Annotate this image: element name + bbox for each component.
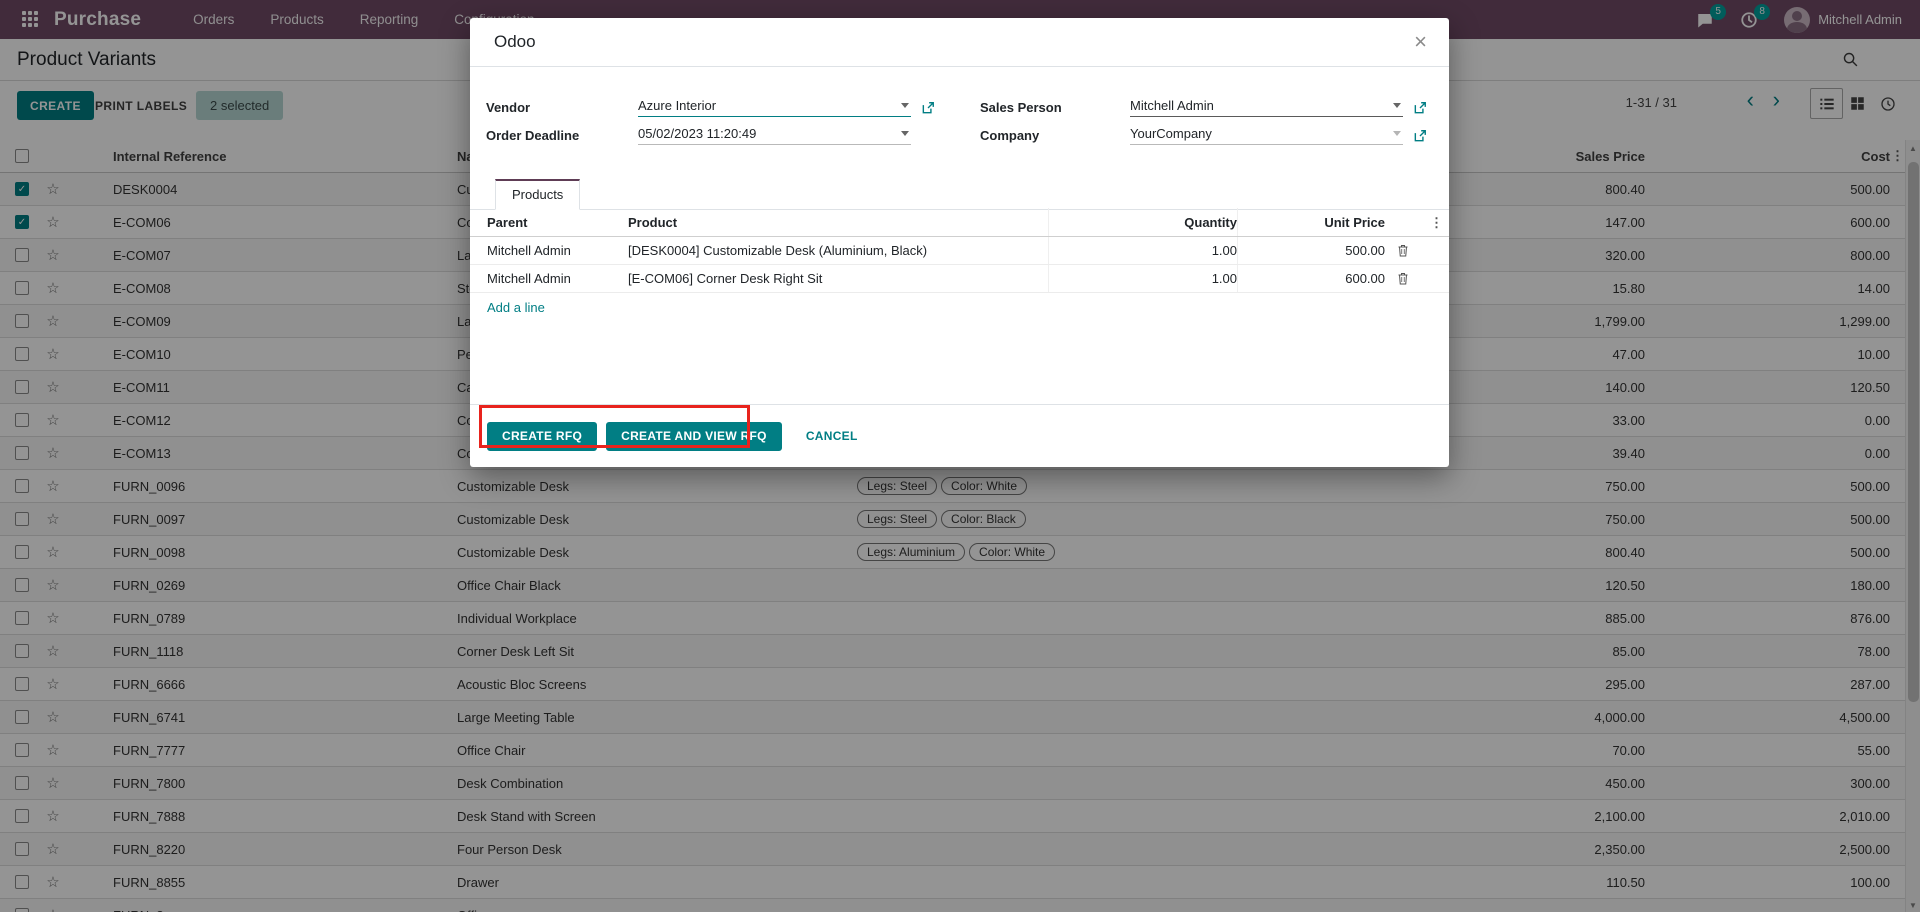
product-cell[interactable]: [E-COM06] Corner Desk Right Sit	[628, 271, 1048, 286]
close-icon[interactable]: ×	[1414, 31, 1427, 53]
create-and-view-rfq-button[interactable]: CREATE AND VIEW RFQ	[606, 421, 782, 451]
dialog-title: Odoo	[494, 32, 536, 51]
unit-price-cell[interactable]: 600.00	[1237, 265, 1385, 292]
create-rfq-button[interactable]: CREATE RFQ	[487, 421, 598, 451]
order-deadline-value[interactable]: 05/02/2023 11:20:49	[638, 126, 756, 141]
vendor-field[interactable]: Azure Interior	[638, 98, 936, 117]
unit-price-cell[interactable]: 500.00	[1237, 237, 1385, 264]
sales-person-field[interactable]: Mitchell Admin	[1130, 98, 1428, 117]
trash-icon	[1398, 273, 1408, 285]
add-a-line-link[interactable]: Add a line	[487, 300, 545, 315]
order-deadline-field[interactable]: 05/02/2023 11:20:49	[638, 126, 936, 145]
quantity-cell[interactable]: 1.00	[1048, 237, 1237, 264]
unit-price-header: Unit Price	[1237, 208, 1385, 236]
quantity-header: Quantity	[1048, 208, 1237, 236]
chevron-down-icon[interactable]	[901, 103, 909, 108]
company-value[interactable]: YourCompany	[1130, 126, 1212, 141]
delete-line-button[interactable]	[1385, 237, 1421, 264]
company-external-link-icon[interactable]	[1413, 129, 1427, 143]
sales-person-external-link-icon[interactable]	[1413, 101, 1427, 115]
optional-columns-icon[interactable]: ⋮	[1430, 215, 1443, 231]
chevron-down-icon[interactable]	[901, 131, 909, 136]
cancel-button[interactable]: CANCEL	[806, 429, 858, 443]
create-rfq-dialog: Odoo × Vendor Azure Interior Sales Perso…	[470, 18, 1449, 467]
rfq-line-row[interactable]: Mitchell Admin [DESK0004] Customizable D…	[470, 237, 1449, 265]
trash-icon	[1398, 245, 1408, 257]
vendor-label: Vendor	[486, 100, 531, 115]
dialog-footer: CREATE RFQ CREATE AND VIEW RFQ CANCEL	[470, 404, 1449, 467]
sales-person-label: Sales Person	[980, 100, 1062, 115]
order-deadline-label: Order Deadline	[486, 128, 580, 143]
screen: Purchase Orders Products Reporting Confi…	[0, 0, 1920, 912]
dialog-header: Odoo ×	[470, 18, 1449, 67]
parent-cell: Mitchell Admin	[487, 271, 571, 286]
tab-products[interactable]: Products	[495, 179, 581, 210]
company-label: Company	[980, 128, 1040, 143]
rfq-lines-table: Parent Product Quantity Unit Price ⋮ Mit…	[470, 208, 1449, 293]
vendor-value[interactable]: Azure Interior	[638, 98, 716, 113]
quantity-cell[interactable]: 1.00	[1048, 265, 1237, 292]
vendor-external-link-icon[interactable]	[921, 101, 935, 115]
rfq-table-header-row: Parent Product Quantity Unit Price ⋮	[470, 208, 1449, 237]
parent-cell: Mitchell Admin	[487, 243, 571, 258]
product-header: Product	[628, 214, 678, 230]
dialog-tabs: Products	[470, 178, 1449, 210]
dialog-fields: Vendor Azure Interior Sales Person Mitch…	[486, 98, 1428, 145]
product-cell[interactable]: [DESK0004] Customizable Desk (Aluminium,…	[628, 243, 1048, 258]
delete-line-button[interactable]	[1385, 265, 1421, 292]
company-field[interactable]: YourCompany	[1130, 126, 1428, 145]
rfq-line-row[interactable]: Mitchell Admin [E-COM06] Corner Desk Rig…	[470, 265, 1449, 293]
parent-header: Parent	[487, 214, 528, 230]
sales-person-value[interactable]: Mitchell Admin	[1130, 98, 1214, 113]
chevron-down-icon[interactable]	[1393, 103, 1401, 108]
chevron-down-icon[interactable]	[1393, 131, 1401, 136]
